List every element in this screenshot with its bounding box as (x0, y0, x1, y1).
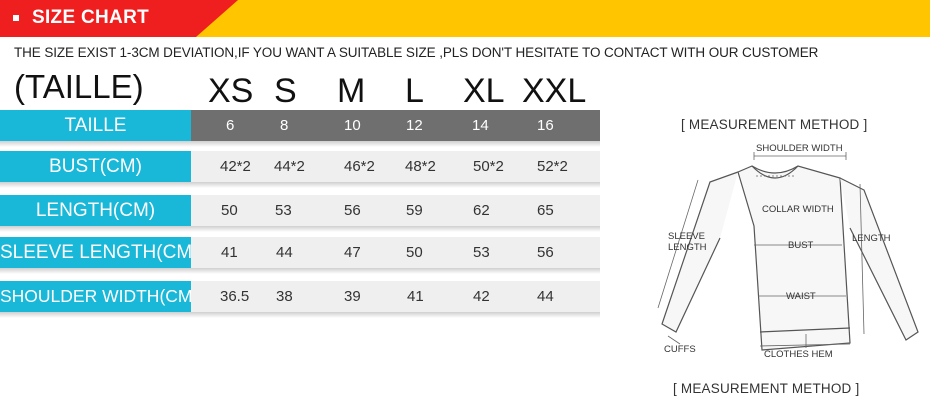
table-cell: 12 (406, 117, 423, 134)
label-cuffs: CUFFS (664, 344, 696, 355)
sweater-measurement-diagram: SHOULDER WIDTH COLLAR WIDTH SLEEVE LENGT… (657, 143, 919, 360)
table-cell: 39 (344, 288, 361, 305)
sweater-body-shape (737, 165, 851, 351)
table-cell: 41 (407, 288, 424, 305)
size-header-xs: XS (208, 72, 254, 110)
table-cell: 47 (344, 244, 361, 261)
table-cell: 50 (406, 244, 423, 261)
row-shadow (0, 268, 600, 274)
label-sleeve-1: SLEEVE (668, 231, 705, 242)
table-cell: 50 (221, 202, 238, 219)
label-shoulder-width: SHOULDER WIDTH (756, 143, 843, 154)
table-cell: 10 (344, 117, 361, 134)
size-header-l: L (405, 72, 424, 110)
table-cell: 41 (221, 244, 238, 261)
right-sleeve-shape (839, 177, 919, 341)
row-shadow (0, 182, 600, 188)
table-cell: 42 (473, 288, 490, 305)
label-sleeve-2: LENGTH (668, 242, 707, 253)
row-label-bust: BUST(CM) (0, 151, 191, 182)
label-clothes-hem: CLOTHES HEM (764, 349, 833, 360)
table-cell: 42*2 (220, 158, 251, 175)
row-label-length: LENGTH(CM) (0, 195, 191, 226)
cuffs-arrow (667, 335, 681, 345)
row-shadow (0, 226, 600, 232)
measurement-method-title: [ MEASUREMENT METHOD ] (681, 117, 868, 132)
table-cell: 52*2 (537, 158, 568, 175)
table-cell: 44 (537, 288, 554, 305)
deviation-notice: THE SIZE EXIST 1-3CM DEVIATION,IF YOU WA… (14, 45, 819, 60)
table-cell: 44 (276, 244, 293, 261)
row-shadow (0, 141, 600, 147)
table-cell: 8 (280, 117, 289, 134)
table-cell: 53 (473, 244, 490, 261)
bullet-icon (13, 15, 19, 21)
table-cell: 36.5 (220, 288, 250, 305)
table-cell: 6 (226, 117, 235, 134)
table-cell: 16 (537, 117, 554, 134)
size-header-label: (TAILLE) (14, 68, 144, 105)
label-collar-width: COLLAR WIDTH (762, 204, 834, 215)
table-cell: 38 (276, 288, 293, 305)
row-label-shoulder-width: SHOULDER WIDTH(CM) (0, 281, 191, 312)
page-title: SIZE CHART (32, 7, 149, 28)
label-length: LENGTH (852, 233, 891, 244)
label-bust: BUST (788, 240, 814, 251)
row-shadow (0, 312, 600, 318)
table-cell: 62 (473, 202, 490, 219)
table-cell: 50*2 (473, 158, 504, 175)
size-header-xl: XL (463, 72, 505, 110)
label-waist: WAIST (786, 291, 816, 302)
table-cell: 59 (406, 202, 423, 219)
size-header-s: S (274, 72, 297, 110)
table-cell: 48*2 (405, 158, 436, 175)
table-cell: 56 (537, 244, 554, 261)
table-cell: 14 (472, 117, 489, 134)
size-header-m: M (337, 72, 366, 110)
row-label-taille: TAILLE (0, 110, 191, 141)
row-label-sleeve-length: SLEEVE LENGTH(CM) (0, 237, 191, 268)
measurement-method-footer: [ MEASUREMENT METHOD ] (673, 381, 860, 396)
size-header-xxl: XXL (522, 72, 587, 110)
table-cell: 46*2 (344, 158, 375, 175)
table-cell: 56 (344, 202, 361, 219)
table-cell: 53 (275, 202, 292, 219)
table-cell: 44*2 (274, 158, 305, 175)
table-cell: 65 (537, 202, 554, 219)
